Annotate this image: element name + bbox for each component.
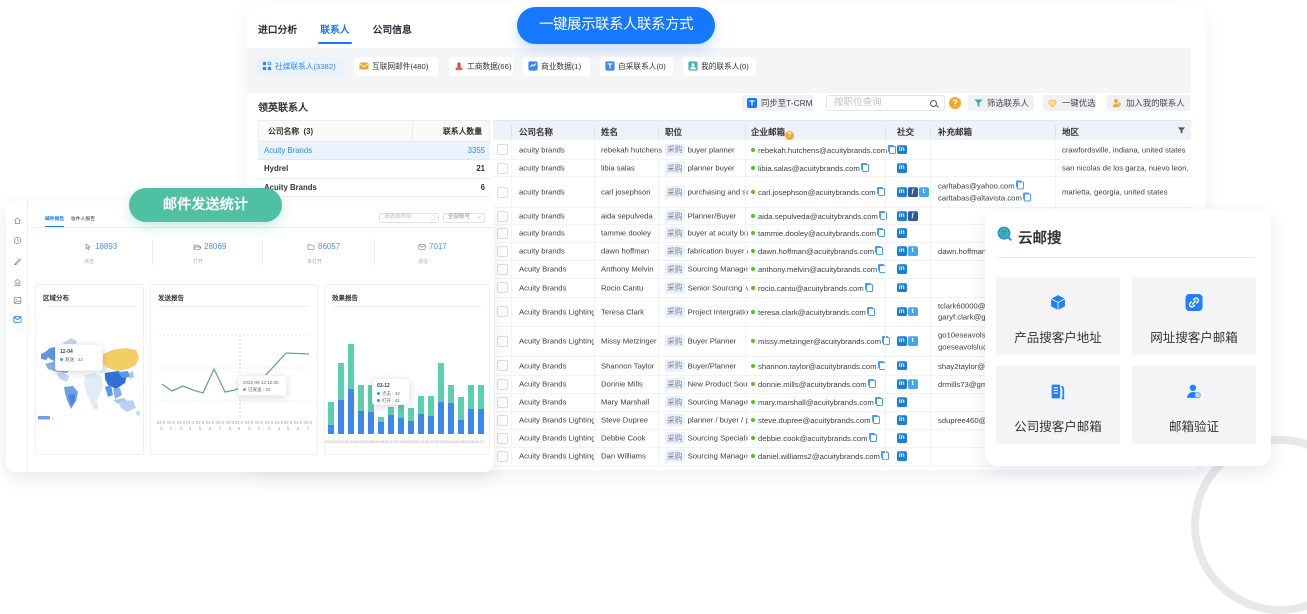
svg-text:0: 0 [52, 417, 54, 421]
